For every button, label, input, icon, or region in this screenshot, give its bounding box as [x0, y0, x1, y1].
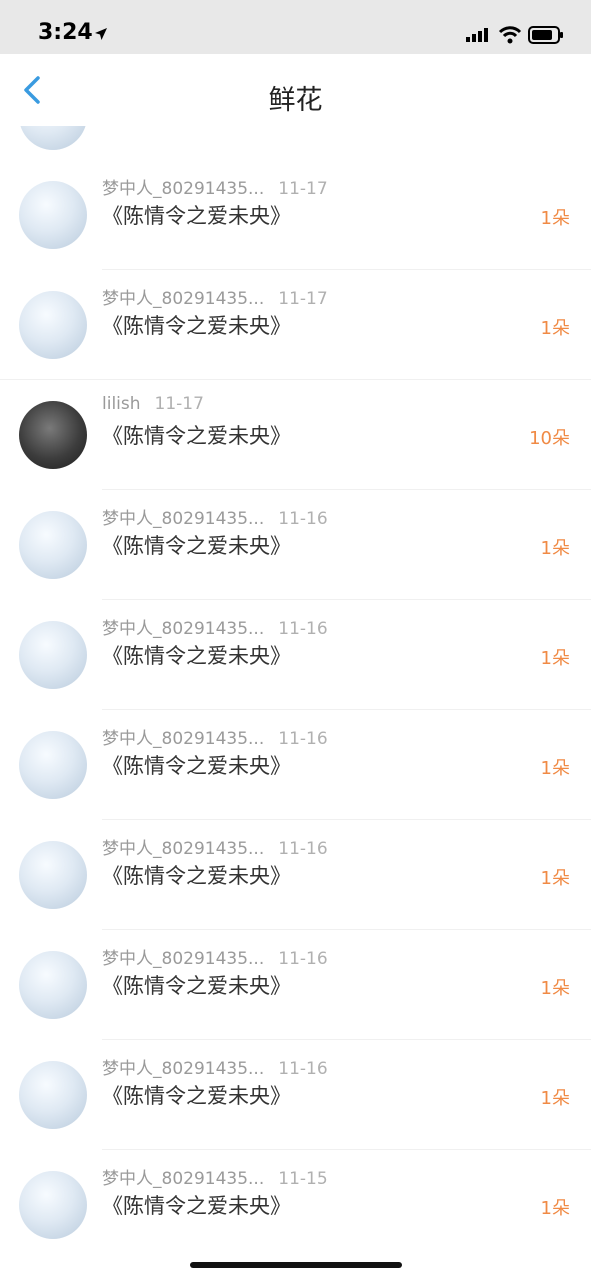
- list-item[interactable]: 梦中人_80291435... 11-17 《陈情令之爱未央》 1朵: [0, 160, 591, 270]
- user-name[interactable]: 梦中人_80291435...: [102, 839, 264, 859]
- flower-count: 1朵: [540, 538, 570, 559]
- list-item[interactable]: 梦中人_80291435... 11-16 《陈情令之爱未央》 1朵: [0, 1040, 591, 1150]
- partial-list-item: [0, 126, 591, 160]
- list-item[interactable]: 梦中人_80291435... 11-16 《陈情令之爱未央》 1朵: [0, 710, 591, 820]
- avatar: [19, 126, 87, 150]
- item-date: 11-16: [278, 509, 328, 529]
- item-date: 11-16: [278, 839, 328, 859]
- flower-count: 10朵: [529, 428, 570, 449]
- status-time: 3:24: [38, 20, 93, 45]
- user-name[interactable]: 梦中人_80291435...: [102, 729, 264, 749]
- flower-count: 1朵: [540, 1198, 570, 1219]
- book-title[interactable]: 《陈情令之爱未央》: [102, 200, 291, 230]
- avatar[interactable]: [19, 401, 87, 469]
- user-name[interactable]: 梦中人_80291435...: [102, 289, 264, 309]
- item-date: 11-16: [278, 729, 328, 749]
- book-title[interactable]: 《陈情令之爱未央》: [102, 970, 291, 1000]
- book-title[interactable]: 《陈情令之爱未央》: [102, 420, 291, 450]
- cellular-signal-icon: [466, 28, 488, 42]
- book-title[interactable]: 《陈情令之爱未央》: [102, 1190, 291, 1220]
- book-title[interactable]: 《陈情令之爱未央》: [102, 310, 291, 340]
- item-date: 11-16: [278, 1059, 328, 1079]
- item-date: 11-16: [278, 619, 328, 639]
- item-date: 11-17: [278, 289, 328, 309]
- flower-count: 1朵: [540, 758, 570, 779]
- item-meta: 梦中人_80291435... 11-16: [102, 504, 328, 529]
- item-meta: 梦中人_80291435... 11-16: [102, 944, 328, 969]
- user-name[interactable]: 梦中人_80291435...: [102, 179, 264, 199]
- avatar[interactable]: [19, 291, 87, 359]
- list-item[interactable]: 梦中人_80291435... 11-17 《陈情令之爱未央》 1朵: [0, 270, 591, 380]
- avatar[interactable]: [19, 951, 87, 1019]
- status-bar: 3:24: [0, 0, 591, 54]
- page-title: 鲜花: [268, 85, 323, 116]
- item-date: 11-17: [154, 394, 204, 414]
- item-meta: 梦中人_80291435... 11-16: [102, 1054, 328, 1079]
- item-date: 11-15: [278, 1169, 328, 1189]
- user-name[interactable]: 梦中人_80291435...: [102, 1169, 264, 1189]
- item-meta: 梦中人_80291435... 11-16: [102, 724, 328, 749]
- avatar[interactable]: [19, 731, 87, 799]
- item-meta: 梦中人_80291435... 11-15: [102, 1164, 328, 1189]
- list-item[interactable]: 梦中人_80291435... 11-16 《陈情令之爱未央》 1朵: [0, 600, 591, 710]
- avatar[interactable]: [19, 1171, 87, 1239]
- book-title[interactable]: 《陈情令之爱未央》: [102, 750, 291, 780]
- user-name[interactable]: 梦中人_80291435...: [102, 509, 264, 529]
- user-name[interactable]: 梦中人_80291435...: [102, 949, 264, 969]
- avatar[interactable]: [19, 621, 87, 689]
- item-meta: 梦中人_80291435... 11-17: [102, 174, 328, 199]
- flower-count: 1朵: [540, 978, 570, 999]
- item-meta: 梦中人_80291435... 11-16: [102, 614, 328, 639]
- book-title[interactable]: 《陈情令之爱未央》: [102, 640, 291, 670]
- flower-count: 1朵: [540, 868, 570, 889]
- book-title[interactable]: 《陈情令之爱未央》: [102, 530, 291, 560]
- item-date: 11-16: [278, 949, 328, 969]
- item-meta: lilish 11-17: [102, 394, 204, 414]
- list-item[interactable]: 梦中人_80291435... 11-16 《陈情令之爱未央》 1朵: [0, 930, 591, 1040]
- flower-count: 1朵: [540, 648, 570, 669]
- list-item[interactable]: 梦中人_80291435... 11-16 《陈情令之爱未央》 1朵: [0, 490, 591, 600]
- battery-icon: [528, 26, 563, 44]
- avatar[interactable]: [19, 511, 87, 579]
- book-title[interactable]: 《陈情令之爱未央》: [102, 1080, 291, 1110]
- item-date: 11-17: [278, 179, 328, 199]
- flower-count: 1朵: [540, 318, 570, 339]
- avatar[interactable]: [19, 1061, 87, 1129]
- user-name[interactable]: 梦中人_80291435...: [102, 1059, 264, 1079]
- flower-count: 1朵: [540, 1088, 570, 1109]
- flower-list[interactable]: 梦中人_80291435... 11-17 《陈情令之爱未央》 1朵 梦中人_80…: [0, 126, 591, 1280]
- flower-count: 1朵: [540, 208, 570, 229]
- user-name[interactable]: 梦中人_80291435...: [102, 619, 264, 639]
- item-meta: 梦中人_80291435... 11-16: [102, 834, 328, 859]
- navigation-bar: 鲜花: [0, 54, 591, 126]
- avatar[interactable]: [19, 181, 87, 249]
- book-title[interactable]: 《陈情令之爱未央》: [102, 860, 291, 890]
- list-item[interactable]: lilish 11-17 《陈情令之爱未央》 10朵: [0, 380, 591, 490]
- location-arrow-icon: [95, 28, 107, 40]
- avatar[interactable]: [19, 841, 87, 909]
- user-name[interactable]: lilish: [102, 394, 141, 414]
- list-item[interactable]: 梦中人_80291435... 11-16 《陈情令之爱未央》 1朵: [0, 820, 591, 930]
- wifi-icon: [498, 26, 522, 44]
- list-item[interactable]: 梦中人_80291435... 11-15 《陈情令之爱未央》 1朵: [0, 1150, 591, 1260]
- home-indicator: [190, 1262, 402, 1268]
- item-meta: 梦中人_80291435... 11-17: [102, 284, 328, 309]
